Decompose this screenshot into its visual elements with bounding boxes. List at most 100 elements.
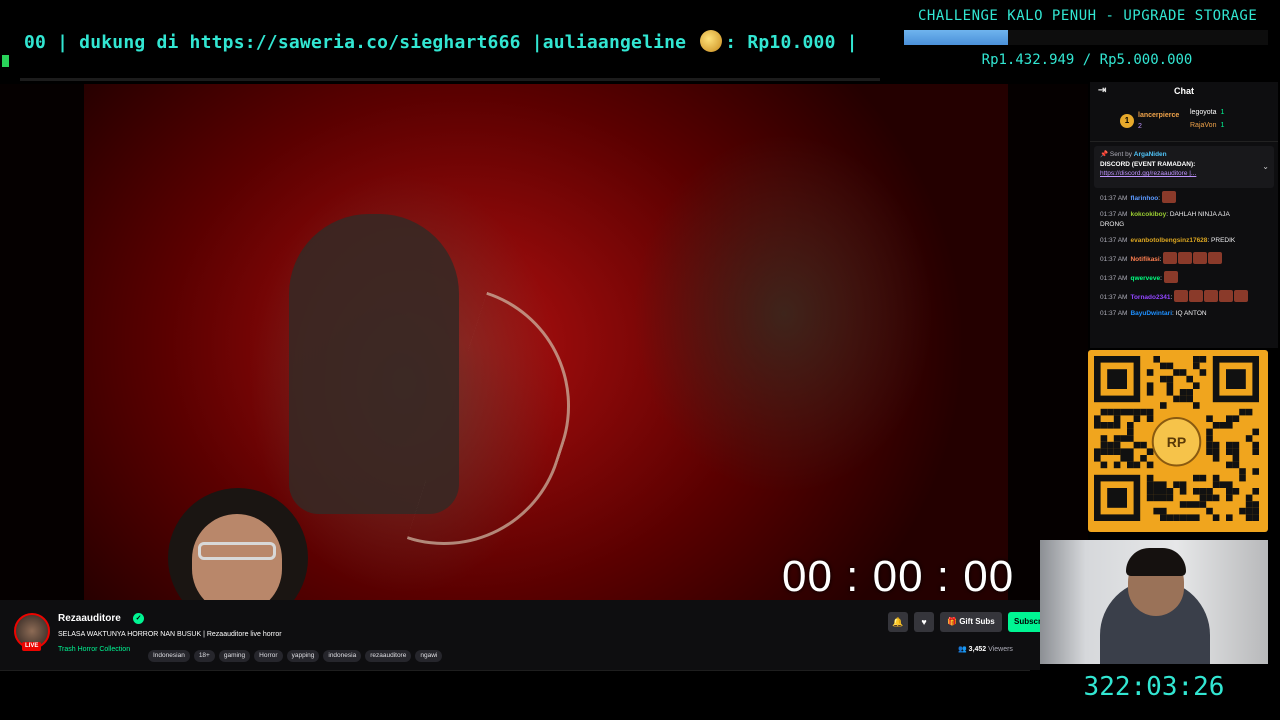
pinned-link[interactable]: https://discord.gg/rezaauditore |... (1100, 170, 1268, 177)
pinned-message[interactable]: 📌 Sent by ArgaNiden DISCORD (EVENT RAMAD… (1094, 146, 1274, 188)
qr-module (1160, 481, 1167, 488)
challenge-progress-fill (904, 30, 1009, 45)
qr-module (1113, 461, 1121, 469)
stream-tag[interactable]: Horror (254, 650, 283, 662)
qr-module (1153, 488, 1160, 495)
stream-tag[interactable]: gaming (218, 650, 251, 662)
collapse-icon[interactable]: ⇥ (1098, 82, 1106, 100)
qr-module (1113, 435, 1121, 442)
chat-timestamp: 01:37 AM (1100, 275, 1128, 282)
qr-module (1252, 448, 1259, 455)
chat-username[interactable]: qwerveve (1130, 275, 1160, 282)
coin-icon (700, 30, 723, 52)
qr-module (1094, 455, 1101, 462)
qr-module (1226, 441, 1233, 449)
qr-module (1193, 362, 1200, 370)
qr-module (1166, 389, 1174, 396)
stream-info-bar: LIVE Rezaauditore ✓ SELASA WAKTUNYA HORR… (0, 600, 1040, 670)
divider (20, 78, 880, 81)
qr-module (1160, 362, 1167, 370)
qr-module (1219, 481, 1226, 488)
qr-module (1153, 494, 1160, 502)
chevron-down-icon[interactable]: ⌄ (1262, 162, 1269, 171)
chat-message: 01:37 AM kokcokiboy: DAHLAH NINJA AJA (1100, 210, 1268, 220)
stream-tag[interactable]: 18+ (193, 650, 215, 662)
qr-module (1107, 441, 1114, 449)
qr-module (1193, 474, 1200, 482)
qr-module (1100, 441, 1108, 449)
qr-module (1252, 514, 1259, 521)
leaderboard-first-count: 2 (1138, 123, 1142, 130)
emote-icon (1208, 252, 1223, 264)
qr-module (1113, 408, 1121, 416)
chat-username[interactable]: evanbotolbengsinz17628 (1130, 237, 1207, 244)
qr-module (1212, 441, 1220, 449)
qr-module (1127, 448, 1134, 455)
stream-tag[interactable]: rezaauditore (365, 650, 412, 662)
qr-module (1206, 448, 1213, 455)
qr-module (1206, 435, 1213, 442)
qr-module (1166, 375, 1174, 383)
bottom-strip (0, 670, 1030, 720)
qr-module (1166, 488, 1174, 495)
qr-module (1212, 514, 1220, 521)
chat-username[interactable]: Tornado2341 (1130, 294, 1170, 301)
qr-module (1146, 369, 1154, 376)
cursor-block (2, 55, 9, 67)
qr-finder-core (1107, 369, 1127, 389)
chat-panel: ⇥ Chat 1 lancerpierce 2 legoyota 1 RajaVo… (1090, 82, 1278, 348)
qr-module (1133, 408, 1141, 416)
qr-module (1179, 395, 1187, 403)
stream-category[interactable]: Trash Horror Collection (58, 646, 130, 653)
gift-subs-label: Gift Subs (959, 617, 995, 626)
stream-tag[interactable]: ngawi (415, 650, 443, 662)
challenge-title: CHALLENGE KALO PENUH - UPGRADE STORAGE (918, 8, 1258, 24)
qr-module (1232, 488, 1240, 495)
leaderboard-first-user: lancerpierce (1138, 112, 1180, 119)
qr-module (1226, 448, 1233, 455)
cam-glasses (198, 542, 276, 560)
qr-module (1146, 488, 1154, 495)
stream-tag[interactable]: Indonesian (148, 650, 190, 662)
live-badge: LIVE (22, 642, 42, 651)
qr-module (1193, 488, 1200, 495)
qr-module (1199, 474, 1207, 482)
qr-module (1146, 389, 1154, 396)
qr-module (1166, 494, 1174, 502)
chat-message: DRONG (1100, 220, 1268, 230)
gift-subs-button[interactable]: 🎁 Gift Subs (940, 612, 1002, 632)
qr-module (1127, 435, 1134, 442)
qr-module (1245, 435, 1253, 442)
qr-module (1193, 514, 1200, 521)
qr-module (1193, 382, 1200, 389)
chat-timestamp: 01:37 AM (1100, 237, 1128, 244)
leaderboard-row: RajaVon 1 (1190, 122, 1224, 129)
bell-icon[interactable]: 🔔 (888, 612, 908, 632)
chat-username[interactable]: kokcokiboy (1130, 211, 1166, 218)
streamer-name[interactable]: Rezaauditore (58, 613, 121, 624)
qr-module (1219, 422, 1226, 429)
qr-module (1226, 481, 1233, 488)
qr-module (1160, 514, 1167, 521)
qr-module (1173, 395, 1180, 403)
stream-tag[interactable]: yapping (286, 650, 320, 662)
chat-leaderboard[interactable]: 1 lancerpierce 2 legoyota 1 RajaVon 1 (1090, 102, 1278, 142)
chat-message: 01:37 AM Notifikasi: (1100, 252, 1268, 265)
qr-code-image: RP (1094, 356, 1259, 521)
qr-module (1094, 415, 1101, 422)
pinned-text: DISCORD (EVENT RAMADAN): (1100, 161, 1196, 168)
chat-username[interactable]: Notifikasi (1130, 256, 1159, 263)
qr-module (1193, 356, 1200, 363)
qr-module (1107, 448, 1114, 455)
qr-module (1206, 415, 1213, 422)
qr-module (1120, 448, 1127, 455)
qr-module (1226, 488, 1233, 495)
subscribe-button[interactable]: Subscribe (1008, 612, 1040, 632)
heart-icon[interactable]: ♥ (914, 612, 934, 632)
chat-timestamp: 01:37 AM (1100, 256, 1128, 263)
chat-text: PREDIK (1211, 237, 1236, 244)
qr-module (1120, 408, 1127, 416)
chat-username[interactable]: flarinhoo (1130, 195, 1158, 202)
chat-username[interactable]: BayuDwintari (1130, 310, 1172, 317)
stream-tag[interactable]: indonesia (323, 650, 362, 662)
